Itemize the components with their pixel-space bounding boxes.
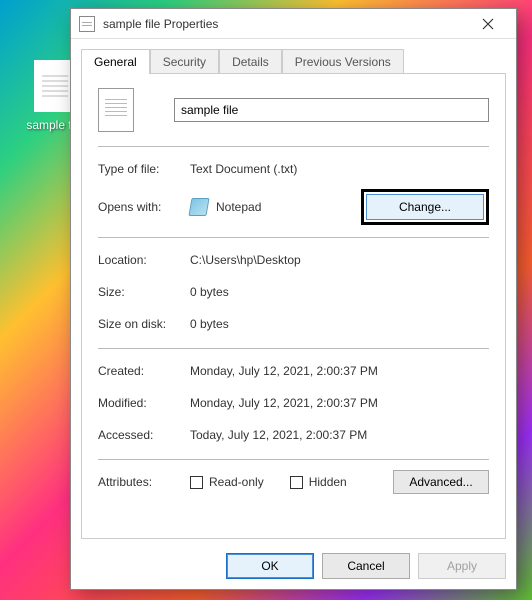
hidden-label: Hidden	[309, 475, 347, 489]
window-title: sample file Properties	[103, 17, 468, 31]
tab-security[interactable]: Security	[150, 49, 219, 74]
dialog-footer: OK Cancel Apply	[71, 547, 516, 589]
file-large-icon	[98, 88, 134, 132]
separator	[98, 146, 489, 147]
label-accessed: Accessed:	[98, 428, 190, 442]
label-location: Location:	[98, 253, 190, 267]
apply-button[interactable]: Apply	[418, 553, 506, 579]
advanced-button[interactable]: Advanced...	[393, 470, 489, 494]
label-size: Size:	[98, 285, 190, 299]
ok-button[interactable]: OK	[226, 553, 314, 579]
tab-general[interactable]: General	[81, 49, 150, 74]
value-size: 0 bytes	[190, 285, 489, 299]
change-button[interactable]: Change...	[366, 194, 484, 220]
text-file-icon	[79, 16, 95, 32]
checkbox-box-icon	[290, 476, 303, 489]
readonly-checkbox[interactable]: Read-only	[190, 475, 264, 489]
separator	[98, 348, 489, 349]
tab-details[interactable]: Details	[219, 49, 282, 74]
checkbox-box-icon	[190, 476, 203, 489]
properties-dialog: sample file Properties General Security …	[70, 8, 517, 590]
close-button[interactable]	[468, 10, 508, 38]
value-size-on-disk: 0 bytes	[190, 317, 489, 331]
titlebar[interactable]: sample file Properties	[71, 9, 516, 39]
label-modified: Modified:	[98, 396, 190, 410]
readonly-label: Read-only	[209, 475, 264, 489]
filename-input[interactable]	[174, 98, 489, 122]
separator	[98, 237, 489, 238]
tab-strip: General Security Details Previous Versio…	[71, 39, 516, 74]
value-modified: Monday, July 12, 2021, 2:00:37 PM	[190, 396, 489, 410]
value-opens-with: Notepad	[216, 200, 261, 214]
change-highlight: Change...	[361, 189, 489, 225]
label-created: Created:	[98, 364, 190, 378]
label-opens-with: Opens with:	[98, 200, 190, 214]
label-size-on-disk: Size on disk:	[98, 317, 190, 331]
cancel-button[interactable]: Cancel	[322, 553, 410, 579]
hidden-checkbox[interactable]: Hidden	[290, 475, 347, 489]
tab-previous-versions[interactable]: Previous Versions	[282, 49, 404, 74]
label-attributes: Attributes:	[98, 475, 190, 489]
notepad-icon	[188, 198, 209, 216]
value-location: C:\Users\hp\Desktop	[190, 253, 489, 267]
value-created: Monday, July 12, 2021, 2:00:37 PM	[190, 364, 489, 378]
close-icon	[482, 18, 494, 30]
value-accessed: Today, July 12, 2021, 2:00:37 PM	[190, 428, 489, 442]
tab-panel-general: Type of file: Text Document (.txt) Opens…	[81, 73, 506, 539]
value-type: Text Document (.txt)	[190, 162, 489, 176]
label-type: Type of file:	[98, 162, 190, 176]
separator	[98, 459, 489, 460]
